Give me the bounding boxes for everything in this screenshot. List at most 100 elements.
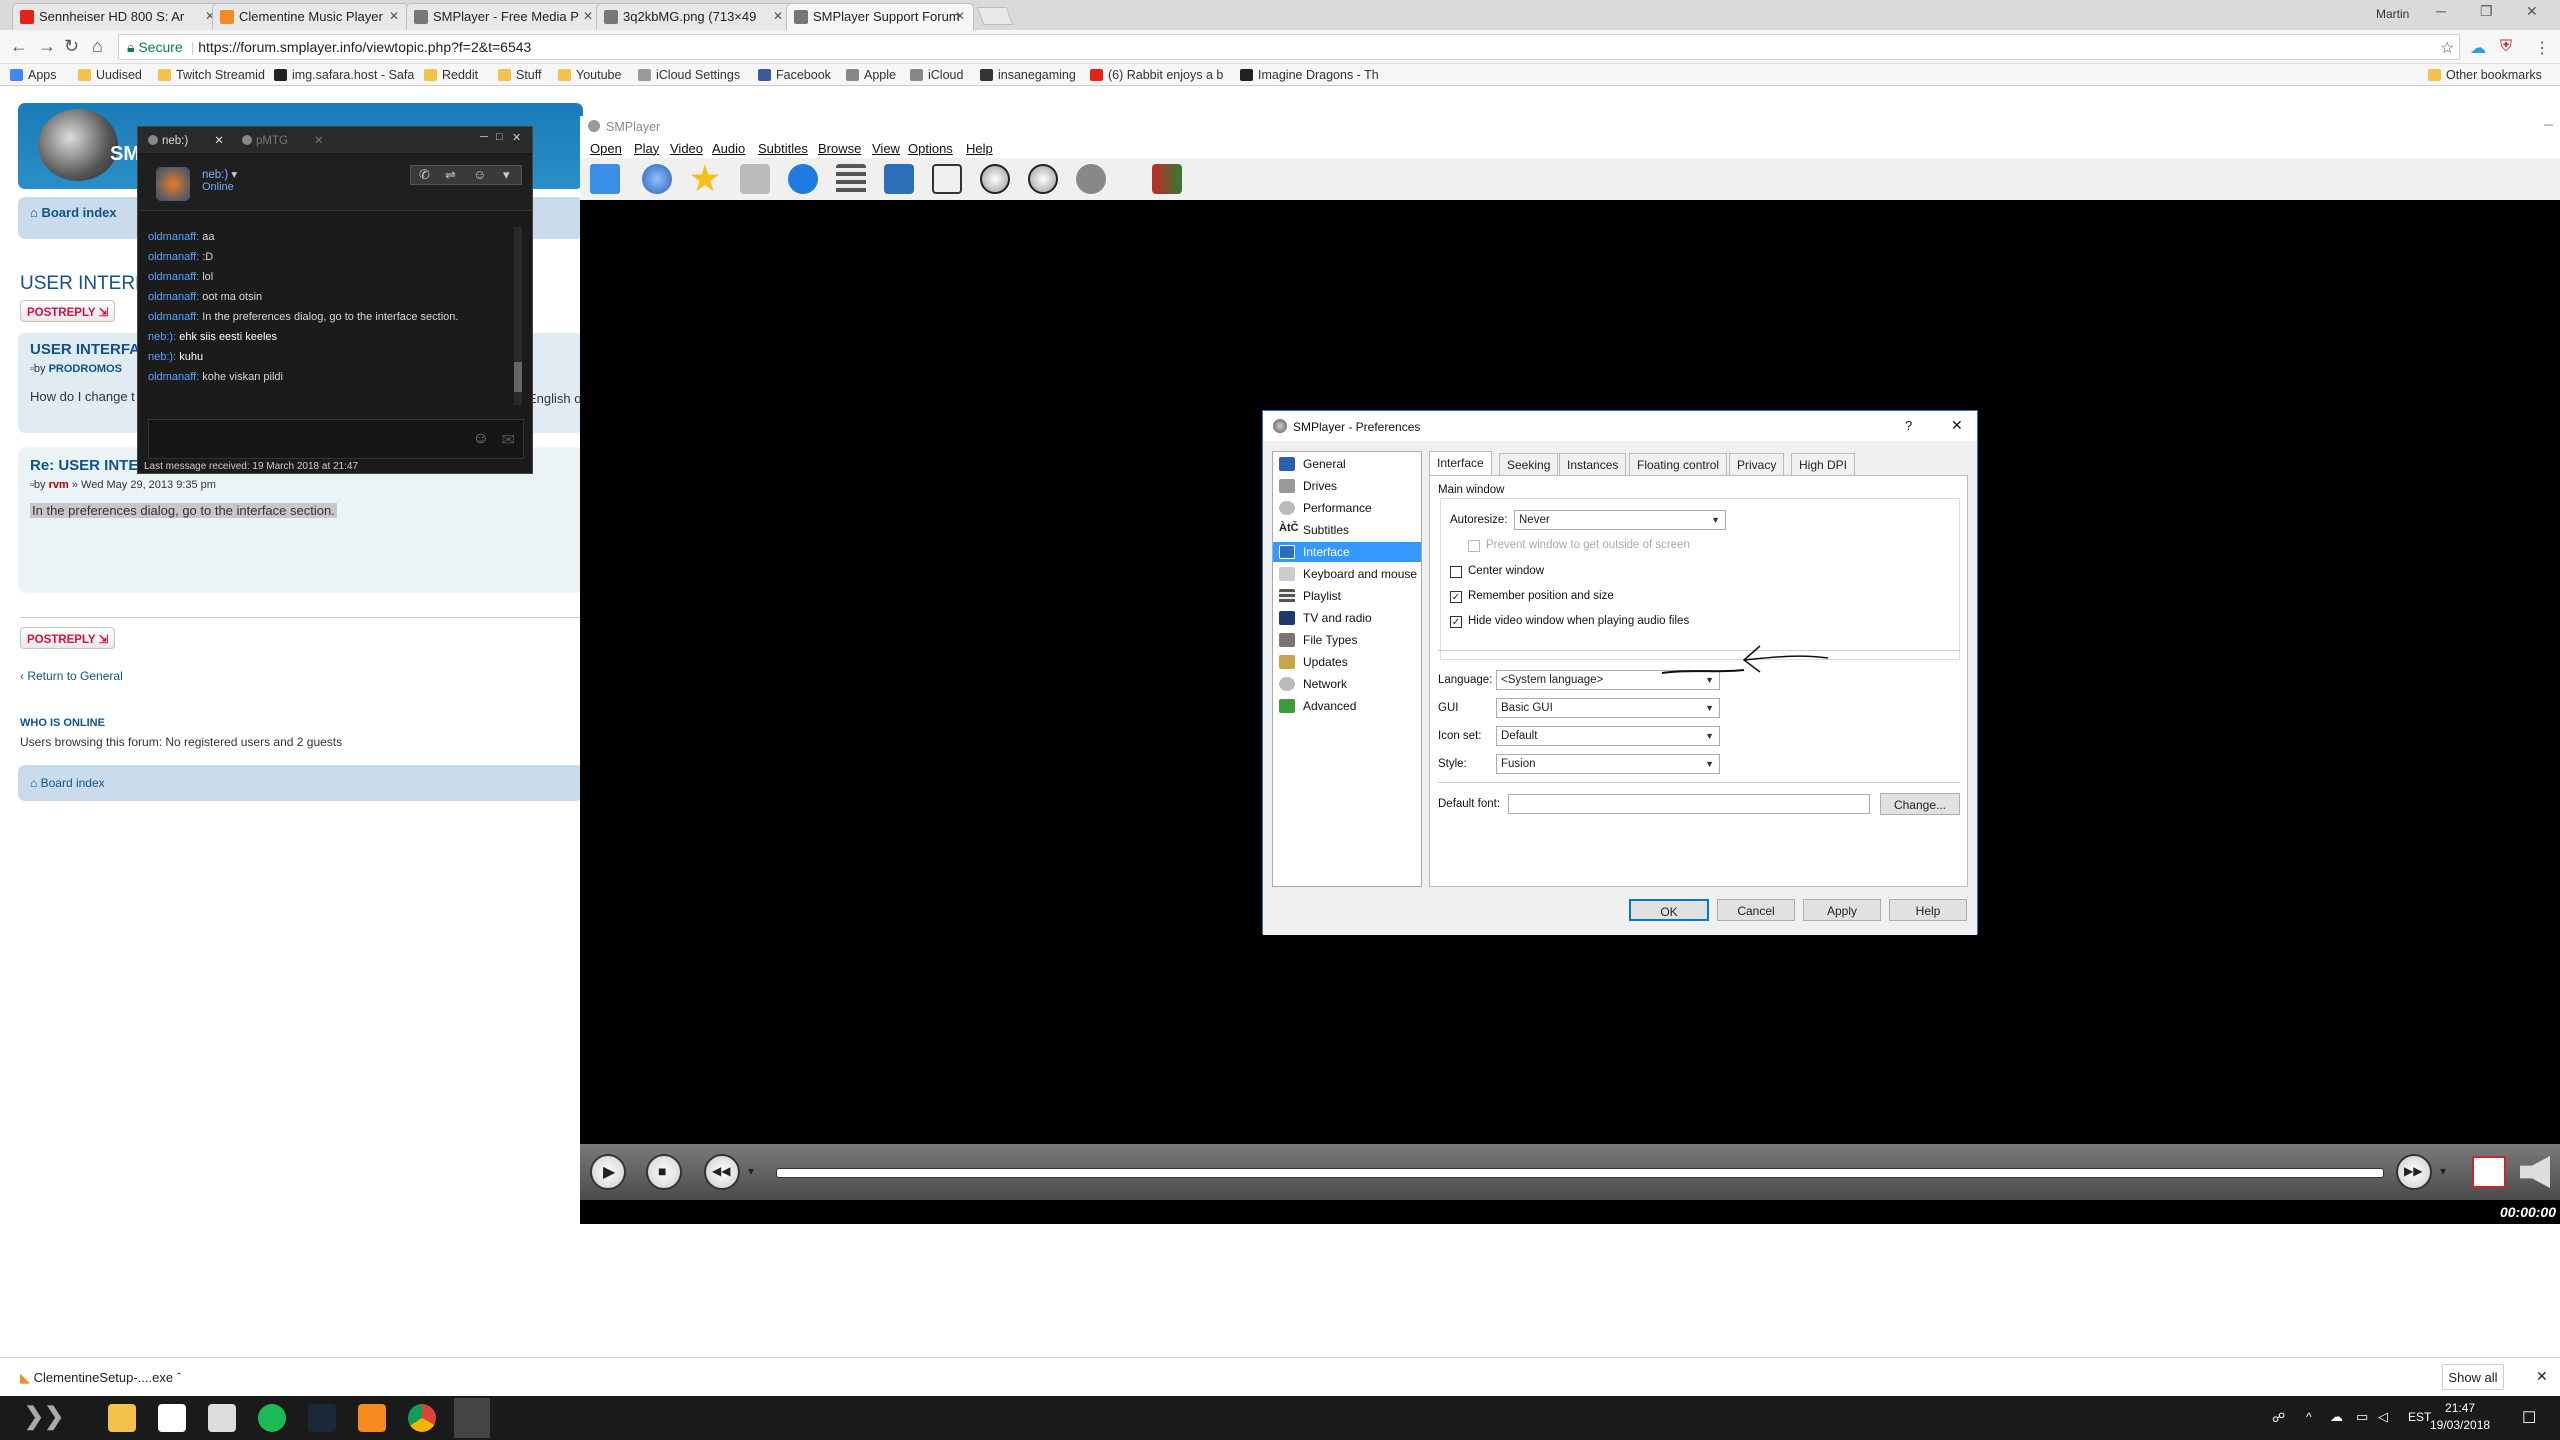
browser-tab[interactable]: Sennheiser HD 800 S: Ar ✕ xyxy=(12,3,224,30)
category-drives[interactable]: Drives xyxy=(1273,476,1421,496)
gui-select[interactable]: Basic GUI ▼ xyxy=(1496,698,1720,718)
hide-video-checkbox[interactable]: ✓ xyxy=(1450,616,1462,628)
autoresize-select[interactable]: Never ▼ xyxy=(1514,510,1726,530)
post-author[interactable]: PRODROMOS xyxy=(49,363,122,375)
menu-subtitles[interactable]: Subtitles xyxy=(758,141,808,156)
emoticon-icon[interactable]: ☺ xyxy=(473,430,489,448)
bookmark-folder[interactable]: Twitch Streamid xyxy=(158,68,265,82)
center-window-checkbox[interactable] xyxy=(1450,566,1462,578)
forward-button[interactable]: ▶▶ xyxy=(2396,1154,2432,1190)
chrome-icon[interactable] xyxy=(408,1404,436,1432)
subtitle-track-icon[interactable] xyxy=(1152,164,1182,194)
bookmark-link[interactable]: insanegaming xyxy=(980,68,1076,82)
reload-icon[interactable]: ↻ xyxy=(64,36,79,57)
chevron-down-icon[interactable]: ▾ xyxy=(748,1164,754,1178)
stop-button[interactable]: ■ xyxy=(646,1154,682,1190)
post-title[interactable]: Re: USER INTER xyxy=(30,457,149,474)
category-general[interactable]: General xyxy=(1273,454,1421,474)
close-tab-icon[interactable]: ✕ xyxy=(389,9,399,23)
bookmark-link[interactable]: Apple xyxy=(846,68,896,82)
bookmark-link[interactable]: img.safara.host - Safa xyxy=(274,68,414,82)
star-icon[interactable]: ☆ xyxy=(2440,38,2454,58)
close-tab-icon[interactable]: ✕ xyxy=(583,9,593,23)
bookmark-link[interactable]: (6) Rabbit enjoys a b xyxy=(1090,68,1223,82)
menu-play[interactable]: Play xyxy=(634,141,659,156)
globe-icon[interactable] xyxy=(642,164,672,194)
contact-name[interactable]: neb:) ▾ xyxy=(202,167,237,181)
menu-view[interactable]: View xyxy=(872,141,900,156)
minimize-icon[interactable]: ─ xyxy=(480,131,488,143)
close-icon[interactable]: ✕ xyxy=(1951,417,1963,434)
bookmark-link[interactable]: Imagine Dragons - Th xyxy=(1240,68,1379,82)
tab-interface[interactable]: Interface xyxy=(1429,451,1492,475)
chevron-up-icon[interactable]: ˆ xyxy=(177,1370,181,1385)
category-advanced[interactable]: Advanced xyxy=(1273,696,1421,716)
cloud-extension-icon[interactable]: ☁ xyxy=(2470,38,2486,58)
favorites-star-icon[interactable] xyxy=(690,164,720,192)
other-bookmarks[interactable]: Other bookmarks xyxy=(2428,68,2542,82)
browser-tab[interactable]: Clementine Music Player ✕ xyxy=(212,3,408,30)
tab-instances[interactable]: Instances xyxy=(1559,453,1627,475)
default-font-field[interactable] xyxy=(1508,794,1870,814)
menu-open[interactable]: Open xyxy=(590,141,622,156)
maximize-icon[interactable]: □ xyxy=(496,131,503,143)
bookmark-link[interactable]: iCloud xyxy=(910,68,963,82)
profile-name[interactable]: Martin xyxy=(2376,7,2409,21)
category-playlist[interactable]: Playlist xyxy=(1273,586,1421,606)
menu-icon[interactable]: ⋮ xyxy=(2534,38,2550,58)
people-icon[interactable]: ☍ xyxy=(2272,1410,2285,1426)
category-network[interactable]: Network xyxy=(1273,674,1421,694)
menu-help[interactable]: Help xyxy=(966,141,993,156)
screenshot-icon[interactable] xyxy=(740,164,770,194)
avatar[interactable] xyxy=(156,167,190,201)
bookmark-folder[interactable]: Youtube xyxy=(558,68,621,82)
start-icon[interactable]: ❯❯ xyxy=(24,1402,64,1431)
chevron-up-icon[interactable]: ^ xyxy=(2306,1410,2312,1424)
smplayer-taskbar-icon[interactable] xyxy=(454,1398,490,1438)
spotify-icon[interactable] xyxy=(258,1404,286,1432)
back-icon[interactable]: ← xyxy=(10,36,28,57)
ok-button[interactable]: OK xyxy=(1629,899,1709,921)
help-icon[interactable]: ? xyxy=(1905,418,1912,433)
download-item[interactable]: ◣ ClementineSetup-....exe ˆ xyxy=(20,1370,181,1386)
smplayer-logo[interactable] xyxy=(38,109,118,181)
chevron-down-icon[interactable]: ▾ xyxy=(503,167,510,183)
chevron-down-icon[interactable]: ▾ xyxy=(231,169,237,181)
show-all-button[interactable]: Show all xyxy=(2442,1364,2504,1390)
phone-icon[interactable]: ✆ xyxy=(419,167,430,183)
close-icon[interactable]: ✕ xyxy=(2536,1368,2548,1385)
network-icon[interactable]: ▭ xyxy=(2356,1409,2368,1425)
add-people-icon[interactable]: ☺ xyxy=(473,167,486,182)
post-reply-button[interactable]: POSTREPLY ⇲ xyxy=(20,627,116,649)
volume-icon[interactable]: ◁ xyxy=(2378,1409,2388,1425)
remember-position-checkbox[interactable]: ✓ xyxy=(1450,591,1462,603)
menu-browse[interactable]: Browse xyxy=(818,141,861,156)
bookmark-folder[interactable]: Reddit xyxy=(424,68,478,82)
breadcrumb[interactable]: ⌂ Board index xyxy=(30,205,117,220)
category-performance[interactable]: Performance xyxy=(1273,498,1421,518)
fullscreen-toggle-icon[interactable] xyxy=(2472,1156,2506,1188)
input-language[interactable]: EST xyxy=(2408,1410,2431,1424)
icon-set-select[interactable]: Default ▼ xyxy=(1496,726,1720,746)
next-icon[interactable] xyxy=(1028,164,1058,194)
category-tv-and-radio[interactable]: TV and radio xyxy=(1273,608,1421,628)
cancel-button[interactable]: Cancel xyxy=(1717,899,1795,921)
bookmark-link[interactable]: Facebook xyxy=(758,68,831,82)
address-bar[interactable]: 🔒︎ Secure | https://forum.smplayer.info/v… xyxy=(118,34,2460,60)
chat-scrollbar[interactable] xyxy=(514,227,522,405)
previous-icon[interactable] xyxy=(980,164,1010,194)
clementine-icon[interactable] xyxy=(358,1404,386,1432)
chat-tab[interactable]: pMTG ✕ xyxy=(238,131,330,149)
site-name[interactable]: SM xyxy=(110,143,140,166)
volume-icon[interactable] xyxy=(2520,1156,2550,1188)
fullscreen-icon[interactable] xyxy=(884,164,914,194)
footer-board-index[interactable]: ⌂ Board index xyxy=(30,776,105,790)
notifications-icon[interactable]: ☐ xyxy=(2522,1408,2536,1428)
apply-button[interactable]: Apply xyxy=(1803,899,1881,921)
category-subtitles[interactable]: ÀtČ Subtitles xyxy=(1273,520,1421,540)
close-tab-icon[interactable]: ✕ xyxy=(314,135,324,147)
info-icon[interactable] xyxy=(788,164,818,194)
browser-tab[interactable]: SMPlayer - Free Media P ✕ xyxy=(406,3,602,30)
store-icon[interactable] xyxy=(158,1404,186,1432)
tools-icon[interactable] xyxy=(932,164,962,194)
